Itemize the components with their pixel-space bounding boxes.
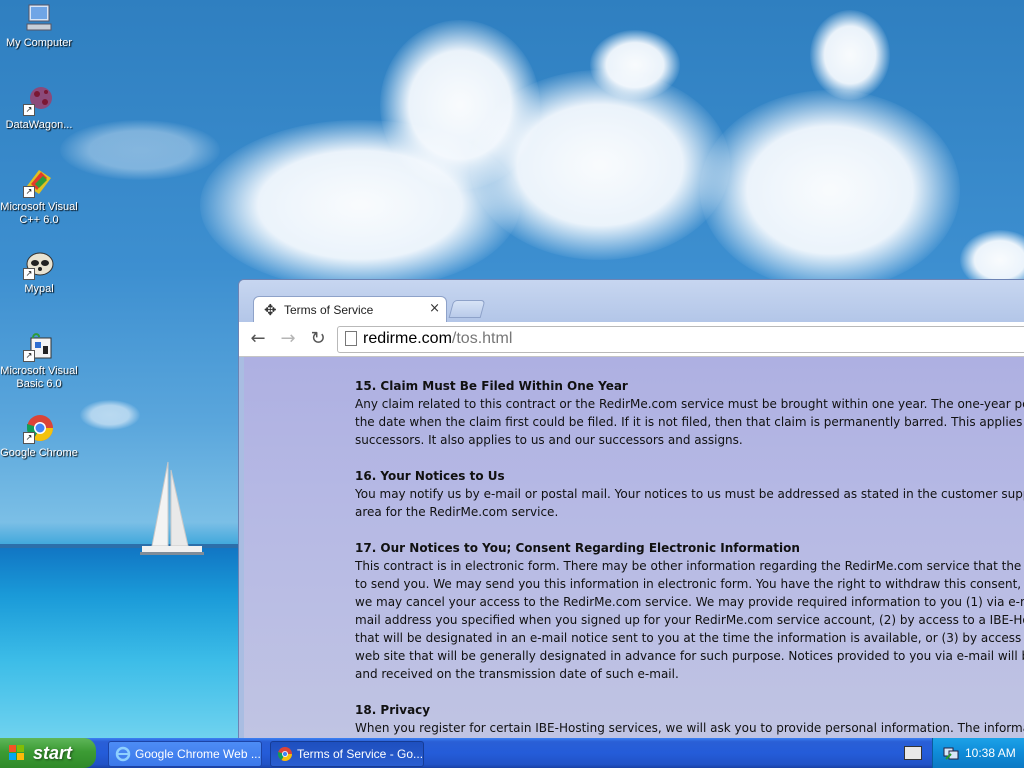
desktop-icon-visual-basic[interactable]: ↗ Microsoft Visual Basic 6.0 bbox=[0, 330, 78, 391]
desktop-icon-label: Microsoft Visual Basic 6.0 bbox=[0, 365, 78, 390]
visual-cpp-icon: ↗ bbox=[23, 166, 55, 198]
mypal-icon: ↗ bbox=[23, 248, 55, 280]
taskbar-item-chrome-web[interactable]: Google Chrome Web ... bbox=[108, 741, 262, 767]
url-path: /tos.html bbox=[451, 330, 513, 347]
tos-section-18: 18. Privacy When you register for certai… bbox=[355, 701, 1024, 737]
wallpaper-cloud bbox=[590, 30, 680, 100]
browser-window: ✥ Terms of Service × ← → ↻ redirme.com/t… bbox=[238, 279, 1024, 742]
section-heading: 16. Your Notices to Us bbox=[355, 469, 505, 483]
taskbar-item-terms-of-service[interactable]: Terms of Service - Go... bbox=[270, 741, 424, 767]
my-computer-icon bbox=[23, 2, 55, 34]
desktop-icon-label: Google Chrome bbox=[0, 447, 78, 459]
url-host: redirme.com bbox=[363, 330, 452, 347]
tab-terms-of-service[interactable]: ✥ Terms of Service × bbox=[253, 296, 447, 323]
shortcut-arrow-icon: ↗ bbox=[23, 104, 35, 116]
start-label: start bbox=[33, 743, 73, 763]
task-label: Google Chrome Web ... bbox=[135, 747, 261, 761]
wallpaper-cloud bbox=[810, 10, 890, 100]
section-line: the date when the claim first could be f… bbox=[355, 415, 1024, 429]
section-line: mail address you specified when you sign… bbox=[355, 613, 1024, 627]
back-button[interactable]: ← bbox=[247, 328, 269, 350]
reload-button[interactable]: ↻ bbox=[307, 328, 329, 350]
tab-strip: ✥ Terms of Service × bbox=[239, 280, 1024, 323]
section-line: web site that will be generally designat… bbox=[355, 649, 1024, 663]
shortcut-arrow-icon: ↗ bbox=[23, 268, 35, 280]
shortcut-arrow-icon: ↗ bbox=[23, 186, 35, 198]
section-line: When you register for certain IBE-Hostin… bbox=[355, 721, 1024, 735]
section-line: Any claim related to this contract or th… bbox=[355, 397, 1024, 411]
ie-icon bbox=[115, 746, 131, 762]
tos-section-15: 15. Claim Must Be Filed Within One Year … bbox=[355, 377, 1024, 449]
desktop-icon-label: Mypal bbox=[24, 283, 54, 295]
tab-title: Terms of Service bbox=[284, 303, 374, 317]
desktop-icon-label: My Computer bbox=[5, 37, 73, 49]
wallpaper-cloud bbox=[80, 400, 140, 430]
visual-basic-icon: ↗ bbox=[23, 330, 55, 362]
new-tab-button[interactable] bbox=[448, 300, 486, 318]
section-heading: 15. Claim Must Be Filed Within One Year bbox=[355, 379, 628, 393]
desktop-icon-label: Microsoft Visual C++ 6.0 bbox=[0, 201, 78, 226]
section-line: This contract is in electronic form. The… bbox=[355, 559, 1024, 573]
browser-toolbar: ← → ↻ redirme.com/tos.html bbox=[239, 322, 1024, 357]
keyboard-icon[interactable] bbox=[904, 746, 922, 760]
desktop-icon-label: DataWagon... bbox=[5, 119, 73, 131]
shortcut-arrow-icon: ↗ bbox=[23, 350, 35, 362]
windows-logo-icon bbox=[9, 745, 25, 761]
section-line: that will be designated in an e-mail not… bbox=[355, 631, 1024, 645]
wallpaper-cloud bbox=[700, 90, 960, 290]
section-heading: 17. Our Notices to You; Consent Regardin… bbox=[355, 541, 800, 555]
sailboat-image bbox=[140, 461, 204, 555]
wallpaper-cloud bbox=[470, 70, 730, 260]
section-line: area for the RedirMe.com service. bbox=[355, 505, 559, 519]
address-url: redirme.com/tos.html bbox=[363, 330, 512, 348]
section-line: successors. It also applies to us and ou… bbox=[355, 433, 743, 447]
wallpaper-sea bbox=[0, 548, 240, 738]
page-icon bbox=[345, 331, 357, 346]
page-content: 15. Claim Must Be Filed Within One Year … bbox=[244, 357, 1024, 741]
wallpaper-cloud bbox=[60, 120, 220, 180]
start-button[interactable]: start bbox=[0, 738, 96, 768]
section-line: we may cancel your access to the RedirMe… bbox=[355, 595, 1024, 609]
shortcut-arrow-icon: ↗ bbox=[23, 432, 35, 444]
section-line: to send you. We may send you this inform… bbox=[355, 577, 1024, 591]
system-tray: 10:38 AM bbox=[932, 738, 1024, 768]
desktop-icon-my-computer[interactable]: My Computer bbox=[0, 2, 78, 50]
close-tab-icon[interactable]: × bbox=[429, 301, 440, 316]
address-bar[interactable]: redirme.com/tos.html bbox=[337, 326, 1024, 353]
datawagon-icon: ↗ bbox=[23, 84, 55, 116]
clock[interactable]: 10:38 AM bbox=[965, 738, 1016, 768]
task-label: Terms of Service - Go... bbox=[297, 747, 424, 761]
section-heading: 18. Privacy bbox=[355, 703, 431, 717]
desktop-icon-google-chrome[interactable]: ↗ Google Chrome bbox=[0, 412, 78, 460]
tos-section-17: 17. Our Notices to You; Consent Regardin… bbox=[355, 539, 1024, 683]
chrome-icon bbox=[277, 746, 293, 762]
chrome-icon: ↗ bbox=[23, 412, 55, 444]
move-cursor-icon: ✥ bbox=[264, 301, 277, 319]
desktop-icon-mypal[interactable]: ↗ Mypal bbox=[0, 248, 78, 296]
section-line: and received on the transmission date of… bbox=[355, 667, 679, 681]
desktop: My Computer ↗ DataWagon... ↗ Microsoft V… bbox=[0, 0, 1024, 768]
forward-button[interactable]: → bbox=[277, 328, 299, 350]
desktop-icon-visual-cpp[interactable]: ↗ Microsoft Visual C++ 6.0 bbox=[0, 166, 78, 227]
tos-section-16: 16. Your Notices to Us You may notify us… bbox=[355, 467, 1024, 521]
desktop-icon-datawagon[interactable]: ↗ DataWagon... bbox=[0, 84, 78, 132]
network-icon[interactable] bbox=[943, 745, 959, 761]
taskbar: start Google Chrome Web ... Terms of Ser… bbox=[0, 738, 1024, 768]
section-line: You may notify us by e-mail or postal ma… bbox=[355, 487, 1024, 501]
